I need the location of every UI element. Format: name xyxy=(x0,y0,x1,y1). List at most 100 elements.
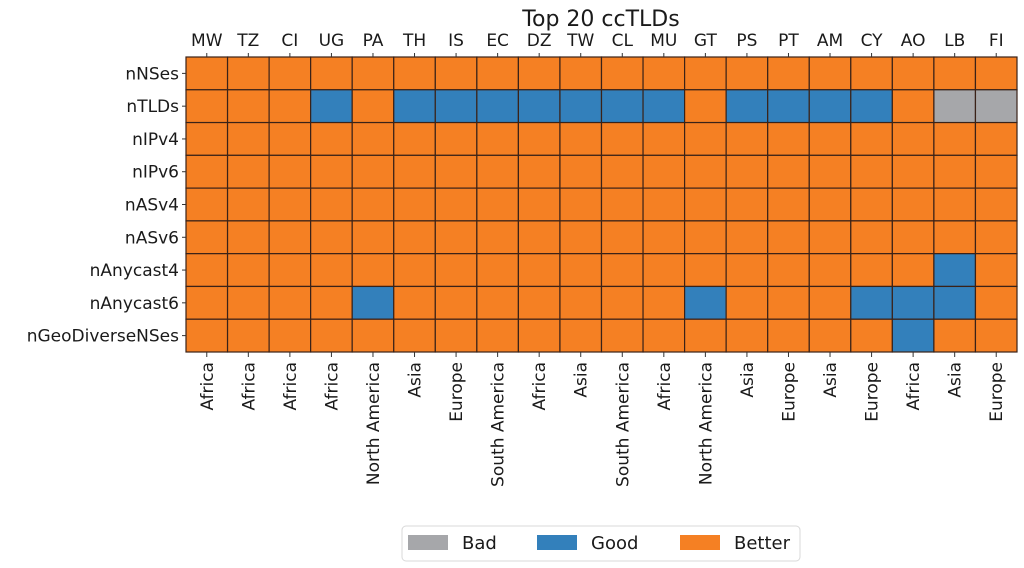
heatmap-cell-nTLDs-UG xyxy=(310,89,353,124)
bottom-tick-label: Africa xyxy=(239,362,259,411)
heatmap-cell-nASv4-PA xyxy=(351,187,395,222)
heatmap-cell-nGeoDiverseNSes-CY xyxy=(850,318,893,353)
heatmap-cell-nAnycast6-PS xyxy=(725,285,769,320)
heatmap-cell-nAnycast6-MW xyxy=(185,285,229,320)
heatmap-cell-nIPv4-PS xyxy=(725,121,769,156)
left-tick-label: nASv4 xyxy=(125,196,179,216)
bottom-tick-label: Asia xyxy=(821,362,841,398)
bottom-tick-label: Africa xyxy=(322,362,342,411)
heatmap-cell-nNSes-PA xyxy=(351,56,395,91)
heatmap-cell-nASv6-PA xyxy=(351,220,395,255)
heatmap-cell-nGeoDiverseNSes-LB xyxy=(933,318,977,353)
heatmap-cell-nAnycast6-PT xyxy=(767,285,810,320)
heatmap-cell-nAnycast4-CI xyxy=(268,253,312,288)
heatmap-cell-nASv6-IS xyxy=(434,220,478,255)
heatmap-cell-nAnycast6-EC xyxy=(476,285,520,320)
heatmap-cell-nAnycast6-CI xyxy=(268,285,312,320)
heatmap-cell-nIPv4-IS xyxy=(434,121,478,156)
heatmap-cell-nASv4-MU xyxy=(642,187,686,222)
heatmap-cell-nASv4-MW xyxy=(185,187,229,222)
left-tick-label: nGeoDiverseNSes xyxy=(27,327,179,347)
bottom-tick-label: Asia xyxy=(738,362,758,398)
heatmap-cell-nASv4-GT xyxy=(683,187,727,222)
heatmap-chart: Top 20 ccTLDs MW TZ CI UG PA TH IS EC DZ TW CL MU GT… xyxy=(27,7,1018,562)
heatmap-cell-nGeoDiverseNSes-TZ xyxy=(226,318,270,353)
heatmap-cell-nAnycast6-FI xyxy=(974,285,1018,320)
top-tick-label: CL xyxy=(612,31,634,51)
heatmap-cell-nAnycast4-TZ xyxy=(226,253,270,288)
heatmap-cell-nIPv6-PS xyxy=(725,154,769,189)
legend-label-bad: Bad xyxy=(462,533,497,554)
bottom-axis: Africa Africa Africa Africa North America Asi… xyxy=(198,352,1007,487)
heatmap-cell-nASv4-TW xyxy=(559,187,603,222)
heatmap-cell-nNSes-AM xyxy=(808,56,852,91)
heatmap-cell-nIPv6-PT xyxy=(767,154,810,189)
heatmap-cell-nASv4-AO xyxy=(891,187,935,222)
heatmap-cell-nASv6-AM xyxy=(808,220,852,255)
heatmap-cell-nAnycast6-CL xyxy=(600,285,644,320)
left-tick-label: nAnycast4 xyxy=(90,261,179,281)
heatmap-cell-nASv6-LB xyxy=(933,220,977,255)
heatmap-cell-nAnycast4-EC xyxy=(476,253,520,288)
heatmap-cell-nGeoDiverseNSes-PA xyxy=(351,318,395,353)
heatmap-cell-nIPv6-MU xyxy=(642,154,686,189)
heatmap-cell-nNSes-CL xyxy=(600,56,644,91)
heatmap-cell-nIPv6-AM xyxy=(808,154,852,189)
heatmap-cell-nGeoDiverseNSes-PT xyxy=(767,318,810,353)
heatmap-cell-nIPv6-CL xyxy=(600,154,644,189)
heatmap-cell-nGeoDiverseNSes-FI xyxy=(974,318,1018,353)
heatmap-cell-nAnycast6-TW xyxy=(559,285,603,320)
heatmap-cell-nASv6-PS xyxy=(725,220,769,255)
heatmap-cell-nIPv4-PA xyxy=(351,121,395,156)
top-tick-label: TZ xyxy=(236,31,259,51)
heatmap-cell-nIPv4-TZ xyxy=(226,121,270,156)
heatmap-cell-nIPv6-MW xyxy=(185,154,229,189)
heatmap-cell-nAnycast6-AO xyxy=(891,285,935,320)
heatmap-cell-nNSes-TW xyxy=(559,56,603,91)
heatmap-cell-nNSes-FI xyxy=(974,56,1018,91)
bottom-tick-label: Europe xyxy=(987,362,1007,422)
heatmap-cell-nIPv4-EC xyxy=(476,121,520,156)
heatmap-cell-nGeoDiverseNSes-CL xyxy=(600,318,644,353)
heatmap-cell-nASv4-TZ xyxy=(226,187,270,222)
heatmap-cell-nGeoDiverseNSes-EC xyxy=(476,318,520,353)
heatmap-cell-nASv4-AM xyxy=(808,187,852,222)
heatmap-cell-nGeoDiverseNSes-CI xyxy=(268,318,312,353)
heatmap-cell-nIPv4-TH xyxy=(393,121,436,156)
heatmap-cell-nASv6-EC xyxy=(476,220,520,255)
heatmap-cell-nTLDs-TW xyxy=(559,89,603,124)
bottom-tick-label: North America xyxy=(696,362,716,485)
top-tick-label: PT xyxy=(778,31,799,51)
heatmap-cell-nGeoDiverseNSes-UG xyxy=(310,318,353,353)
heatmap-cells xyxy=(185,56,1018,353)
heatmap-cell-nIPv6-CI xyxy=(268,154,312,189)
heatmap-cell-nAnycast4-MW xyxy=(185,253,229,288)
heatmap-cell-nIPv4-AM xyxy=(808,121,852,156)
heatmap-cell-nAnycast6-MU xyxy=(642,285,686,320)
heatmap-cell-nNSes-AO xyxy=(891,56,935,91)
heatmap-cell-nTLDs-CY xyxy=(850,89,893,124)
heatmap-cell-nIPv6-GT xyxy=(683,154,727,189)
heatmap-cell-nAnycast6-AM xyxy=(808,285,852,320)
heatmap-cell-nAnycast6-TZ xyxy=(226,285,270,320)
left-tick-label: nAnycast6 xyxy=(90,294,179,314)
heatmap-cell-nTLDs-MW xyxy=(185,89,229,124)
heatmap-cell-nNSes-DZ xyxy=(517,56,561,91)
heatmap-cell-nASv4-UG xyxy=(310,187,353,222)
heatmap-cell-nIPv4-PT xyxy=(767,121,810,156)
heatmap-cell-nIPv4-UG xyxy=(310,121,353,156)
legend-label-good: Good xyxy=(591,533,638,554)
heatmap-cell-nIPv4-FI xyxy=(974,121,1018,156)
heatmap-cell-nAnycast6-CY xyxy=(850,285,893,320)
heatmap-cell-nAnycast4-AO xyxy=(891,253,935,288)
heatmap-cell-nTLDs-PA xyxy=(351,89,395,124)
heatmap-cell-nNSes-MU xyxy=(642,56,686,91)
heatmap-cell-nTLDs-CL xyxy=(600,89,644,124)
top-tick-label: CI xyxy=(281,31,298,51)
left-tick-label: nTLDs xyxy=(126,97,179,117)
heatmap-cell-nASv4-CL xyxy=(600,187,644,222)
heatmap-cell-nASv6-PT xyxy=(767,220,810,255)
heatmap-cell-nTLDs-GT xyxy=(683,89,727,124)
heatmap-cell-nNSes-IS xyxy=(434,56,478,91)
heatmap-cell-nIPv6-TH xyxy=(393,154,436,189)
